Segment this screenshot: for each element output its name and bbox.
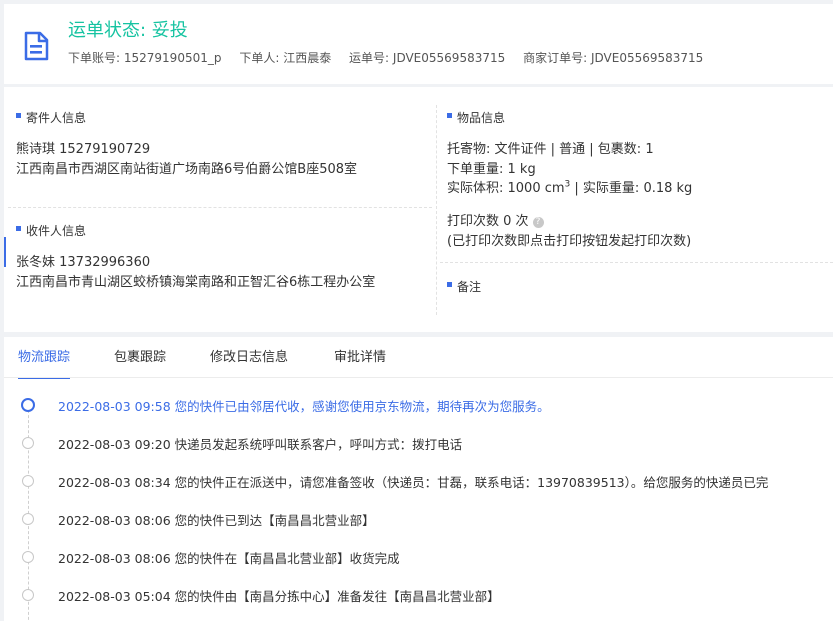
shipment-info-card: 寄件人信息 熊诗琪 15279190729 江西南昌市西湖区南站街道广场南路6号… bbox=[4, 87, 833, 332]
timeline-dot bbox=[22, 475, 34, 487]
receiver-name-phone: 张冬妹 13732996360 bbox=[16, 255, 151, 270]
divider-sender-receiver bbox=[8, 207, 432, 208]
timeline-item: 2022-08-03 08:06 您的快件已到达【南昌昌北营业部】 bbox=[22, 509, 833, 529]
tab-underline bbox=[4, 377, 833, 378]
timeline-text: 2022-08-03 09:58 您的快件已由邻居代收，感谢您使用京东物流，期待… bbox=[58, 399, 550, 414]
help-icon[interactable]: ? bbox=[532, 217, 544, 228]
tab-change-log[interactable]: 修改日志信息 bbox=[210, 347, 288, 377]
meta-orderer: 下单人: 江西晨泰 bbox=[239, 51, 332, 65]
timeline-dot bbox=[22, 437, 34, 449]
timeline-dot bbox=[22, 551, 34, 563]
timeline-text: 2022-08-03 08:34 您的快件正在派送中，请您准备签收（快递员：甘磊… bbox=[58, 475, 769, 490]
meta-account: 下单账号: 15279190501_p bbox=[68, 51, 222, 65]
timeline-item: 2022-08-03 09:20 快递员发起系统呼叫联系客户，呼叫方式：拨打电话 bbox=[22, 433, 833, 453]
timeline-item: 2022-08-03 08:34 您的快件正在派送中，请您准备签收（快递员：甘磊… bbox=[22, 471, 833, 491]
meta-merchant-order-number: 商家订单号: JDVE05569583715 bbox=[523, 51, 704, 65]
timeline-text: 2022-08-03 08:06 您的快件在【南昌昌北营业部】收货完成 bbox=[58, 551, 400, 566]
waybill-header: 运单状态: 妥投 下单账号: 15279190501_p 下单人: 江西晨泰 运… bbox=[4, 4, 833, 84]
timeline-text: 2022-08-03 05:04 您的快件由【南昌分拣中心】准备发往【南昌昌北营… bbox=[58, 589, 500, 604]
waybill-status: 运单状态: 妥投 bbox=[68, 20, 188, 41]
print-count-hint: (已打印次数即点击打印按钮发起打印次数) bbox=[447, 234, 692, 249]
sender-name-phone: 熊诗琪 15279190729 bbox=[16, 142, 151, 157]
order-meta: 下单账号: 15279190501_p 下单人: 江西晨泰 运单号: JDVE0… bbox=[68, 49, 717, 66]
timeline-item: 2022-08-03 09:58 您的快件已由邻居代收，感谢您使用京东物流，期待… bbox=[21, 395, 833, 415]
goods-title: 物品信息 bbox=[447, 109, 505, 126]
goods-volume-weight: 实际体积: 1000 cm3 | 实际重量: 0.18 kg bbox=[447, 179, 693, 196]
receiver-address: 江西南昌市青山湖区蛟桥镇海棠南路和正智汇谷6栋工程办公室 bbox=[16, 275, 376, 290]
tab-logistics-tracking[interactable]: 物流跟踪 bbox=[18, 347, 71, 379]
divider-vertical bbox=[436, 105, 437, 315]
timeline-item: 2022-08-03 05:04 您的快件由【南昌分拣中心】准备发往【南昌昌北营… bbox=[22, 585, 833, 605]
print-count: 打印次数 0 次? bbox=[447, 210, 544, 229]
left-accent-bar bbox=[4, 237, 6, 267]
timeline-dot bbox=[22, 589, 34, 601]
goods-order-weight: 下单重量: 1 kg bbox=[447, 162, 536, 177]
divider-goods-remark bbox=[440, 262, 833, 263]
tab-package-tracking[interactable]: 包裹跟踪 bbox=[114, 347, 166, 377]
meta-waybill-number: 运单号: JDVE05569583715 bbox=[349, 51, 506, 65]
timeline-dot bbox=[22, 513, 34, 525]
document-icon bbox=[24, 31, 49, 61]
receiver-title: 收件人信息 bbox=[16, 222, 86, 239]
logistics-card: 物流跟踪 包裹跟踪 修改日志信息 审批详情 2022-08-03 09:58 您… bbox=[4, 337, 833, 621]
goods-content: 托寄物: 文件证件 | 普通 | 包裹数: 1 bbox=[447, 142, 654, 157]
timeline-dot-current bbox=[21, 398, 35, 412]
timeline-text: 2022-08-03 09:20 快递员发起系统呼叫联系客户，呼叫方式：拨打电话 bbox=[58, 437, 463, 452]
sender-title: 寄件人信息 bbox=[16, 109, 86, 126]
timeline-text: 2022-08-03 08:06 您的快件已到达【南昌昌北营业部】 bbox=[58, 513, 375, 528]
sender-address: 江西南昌市西湖区南站街道广场南路6号伯爵公馆B座508室 bbox=[16, 162, 358, 177]
tab-approval-details[interactable]: 审批详情 bbox=[334, 347, 386, 377]
timeline-item: 2022-08-03 08:06 您的快件在【南昌昌北营业部】收货完成 bbox=[22, 547, 833, 567]
remark-title: 备注 bbox=[447, 278, 481, 295]
